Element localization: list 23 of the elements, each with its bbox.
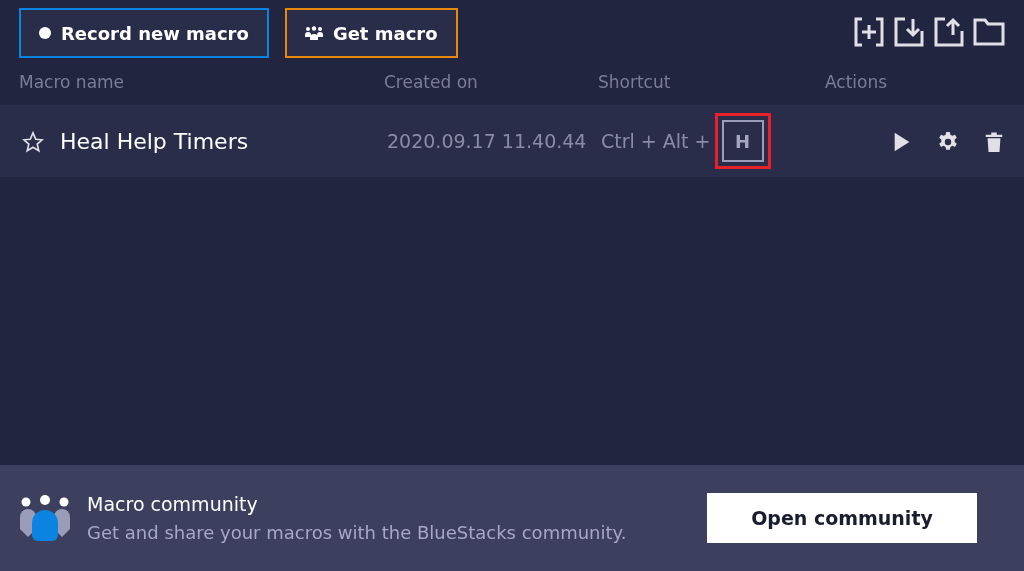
shortcut-key-field[interactable]: H	[721, 120, 764, 162]
folder-icon[interactable]	[973, 16, 1005, 48]
column-header: Macro name	[19, 70, 126, 94]
settings-icon[interactable]	[937, 130, 959, 153]
column-header: Created on	[384, 70, 479, 94]
record-button[interactable]: Record new macro	[19, 8, 269, 58]
shortcut-text: Ctrl + Alt +	[601, 128, 711, 154]
merge-icon[interactable]	[853, 16, 885, 48]
macro-name: Heal Help Timers	[60, 127, 249, 156]
community-icon	[19, 495, 71, 541]
people-icon	[304, 26, 323, 40]
record-icon	[39, 27, 51, 39]
open-community-button[interactable]: Open community	[707, 493, 977, 543]
community-description: Get and share your macros with the BlueStacks community.	[87, 520, 627, 545]
export-icon[interactable]	[933, 16, 965, 48]
import-icon[interactable]	[893, 16, 925, 48]
star-icon[interactable]	[22, 130, 44, 153]
column-header: Shortcut	[598, 70, 672, 94]
community-title: Macro community	[87, 492, 259, 518]
column-header: Actions	[825, 70, 889, 94]
created-date: 2020.09.17 11.40.44	[387, 128, 588, 154]
get-macro-button[interactable]: Get macro	[284, 8, 458, 58]
trash-icon[interactable]	[983, 130, 1005, 153]
